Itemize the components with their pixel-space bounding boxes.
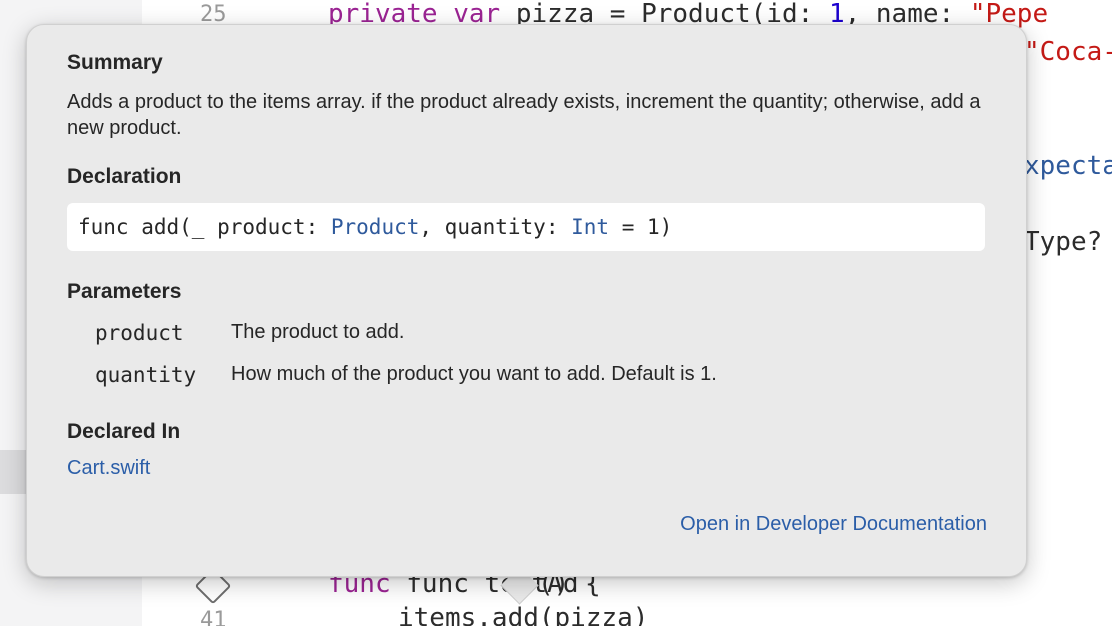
param-desc-product: The product to add.: [231, 321, 405, 343]
code-line-41[interactable]: items.add(pizza): [398, 604, 648, 626]
declared-in-file-link[interactable]: Cart.swift: [67, 457, 150, 480]
parameters-heading: Parameters: [67, 280, 182, 303]
decl-token-3: , quantity:: [419, 215, 572, 239]
decl-token-type-product: Product: [330, 215, 420, 239]
decl-token-5: = 1): [609, 215, 673, 239]
summary-heading: Summary: [67, 51, 163, 74]
param-name-product: product: [95, 321, 184, 345]
decl-token-1: func add(_ product:: [78, 215, 331, 239]
navigator-selection: [0, 450, 26, 494]
decl-token-type-int: Int: [571, 215, 610, 239]
code-line-26-tail[interactable]: "Coca-: [1024, 38, 1112, 66]
param-desc-quantity: How much of the product you want to add.…: [231, 363, 717, 385]
line-number-41: 41: [200, 608, 227, 626]
declaration-heading: Declaration: [67, 165, 182, 188]
declaration-code: func add(_ product: Product, quantity: I…: [67, 203, 985, 251]
code-line-type-tail[interactable]: Type?: [1024, 228, 1102, 256]
declared-in-heading: Declared In: [67, 420, 181, 443]
param-name-quantity: quantity: [95, 363, 197, 387]
summary-text: Adds a product to the items array. if th…: [67, 91, 981, 139]
code-line-expect-tail[interactable]: xpecta: [1024, 152, 1112, 180]
quick-help-popover: Summary Adds a product to the items arra…: [26, 24, 1027, 577]
xcode-window: 25 private var pizza = Product(id: 1, na…: [0, 0, 1112, 626]
open-developer-documentation-link[interactable]: Open in Developer Documentation: [680, 513, 987, 536]
